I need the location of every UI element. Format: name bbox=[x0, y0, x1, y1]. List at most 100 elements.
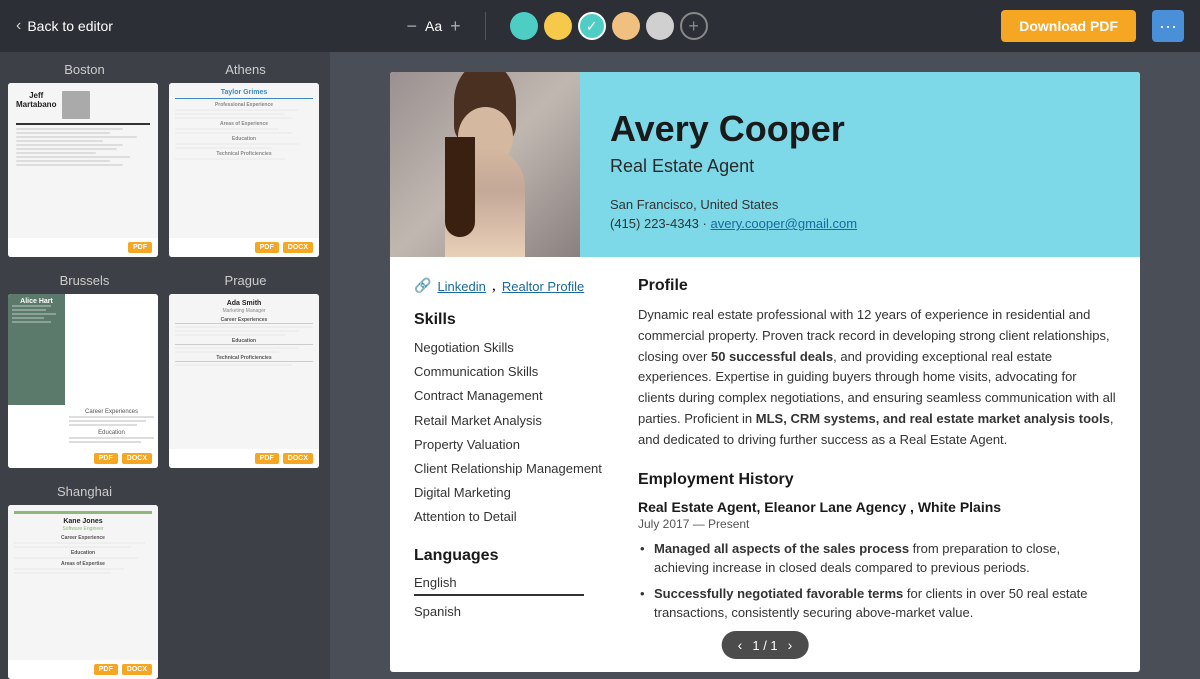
skill-retail-market: Retail Market Analysis bbox=[414, 412, 614, 430]
resume-header: Avery Cooper Real Estate Agent San Franc… bbox=[390, 72, 1140, 257]
chevron-left-icon: ‹ bbox=[16, 17, 21, 35]
download-pdf-button[interactable]: Download PDF bbox=[1001, 10, 1136, 42]
boston-section: Boston JeffMartabano bbox=[8, 62, 161, 257]
shanghai-docx-badge: DOCX bbox=[122, 664, 152, 675]
font-increase-button[interactable]: + bbox=[450, 16, 461, 37]
athens-badges: PDF DOCX bbox=[169, 238, 319, 257]
resume-photo bbox=[390, 72, 580, 257]
color-swatch-teal-selected[interactable]: ✓ bbox=[578, 12, 606, 40]
skill-digital-marketing: Digital Marketing bbox=[414, 484, 614, 502]
shanghai-badges: PDF DOCX bbox=[8, 660, 158, 679]
font-decrease-button[interactable]: − bbox=[407, 16, 418, 37]
brussels-preview: Alice Hart Career Experiences bbox=[8, 294, 158, 449]
prague-badges: PDF DOCX bbox=[169, 449, 319, 468]
athens-pdf-badge: PDF bbox=[255, 242, 279, 253]
boston-preview-line bbox=[16, 123, 150, 125]
font-controls: − Aa + bbox=[407, 16, 461, 37]
athens-label: Athens bbox=[169, 62, 322, 77]
boston-card[interactable]: JeffMartabano bbox=[8, 83, 158, 257]
more-options-button[interactable]: ··· bbox=[1152, 10, 1184, 42]
page-counter: ‹ 1 / 1 › bbox=[722, 631, 809, 659]
profile-bold-2: MLS, CRM systems, and real estate market… bbox=[756, 411, 1110, 426]
font-size-label: Aa bbox=[425, 18, 442, 34]
brussels-docx-badge: DOCX bbox=[122, 453, 152, 464]
resume-links: 🔗 Linkedin , Realtor Profile bbox=[414, 277, 614, 295]
shanghai-preview-section: Career Experience bbox=[14, 535, 152, 541]
resume-email[interactable]: avery.cooper@gmail.com bbox=[710, 216, 857, 231]
athens-preview: Taylor Grimes Professional Experience Ar… bbox=[169, 83, 319, 238]
resume-job-title: Real Estate Agent bbox=[610, 156, 1110, 177]
brussels-card[interactable]: Alice Hart Career Experiences bbox=[8, 294, 158, 468]
color-swatch-yellow[interactable] bbox=[544, 12, 572, 40]
job-title-1: Real Estate Agent, Eleanor Lane Agency ,… bbox=[638, 499, 1116, 515]
brussels-section: Brussels Alice Hart Career Experiences bbox=[8, 273, 161, 468]
athens-preview-name: Taylor Grimes bbox=[175, 89, 313, 96]
skill-contract: Contract Management bbox=[414, 387, 614, 405]
athens-preview-section4: Technical Proficiencies bbox=[175, 151, 313, 157]
brussels-badges: PDF DOCX bbox=[8, 449, 158, 468]
empty-slot bbox=[169, 484, 322, 679]
prague-docx-badge: DOCX bbox=[283, 453, 313, 464]
prague-preview-title: Marketing Manager bbox=[175, 308, 313, 314]
resume-preview-area: Avery Cooper Real Estate Agent San Franc… bbox=[330, 52, 1200, 679]
back-to-editor-button[interactable]: ‹ Back to editor bbox=[16, 17, 113, 35]
prague-pdf-badge: PDF bbox=[255, 453, 279, 464]
athens-docx-badge: DOCX bbox=[283, 242, 313, 253]
prague-label: Prague bbox=[169, 273, 322, 288]
resume-main-content: Profile Dynamic real estate professional… bbox=[638, 277, 1116, 643]
athens-preview-section: Professional Experience bbox=[175, 102, 313, 108]
prague-preview-name: Ada Smith bbox=[175, 300, 313, 307]
brussels-preview-name: Alice Hart bbox=[12, 298, 61, 305]
athens-preview-section3: Education bbox=[175, 136, 313, 142]
resume-name-block: Avery Cooper Real Estate Agent San Franc… bbox=[580, 72, 1140, 257]
skills-title: Skills bbox=[414, 311, 614, 329]
skill-communication: Communication Skills bbox=[414, 363, 614, 381]
prague-preview-section3: Technical Proficiencies bbox=[175, 355, 313, 362]
profile-text: Dynamic real estate professional with 12… bbox=[638, 305, 1116, 451]
link-icon: 🔗 bbox=[414, 278, 431, 295]
prev-page-button[interactable]: ‹ bbox=[738, 637, 743, 653]
athens-preview-section2: Areas of Experience bbox=[175, 121, 313, 127]
boston-preview: JeffMartabano bbox=[8, 83, 158, 238]
color-swatch-light-gray[interactable] bbox=[646, 12, 674, 40]
next-page-button[interactable]: › bbox=[788, 637, 793, 653]
link-separator: , bbox=[492, 277, 496, 295]
resume-location: San Francisco, United States bbox=[610, 197, 1110, 212]
profile-bold-1: 50 successful deals bbox=[711, 349, 833, 364]
boston-label: Boston bbox=[8, 62, 161, 77]
resume-sidebar: 🔗 Linkedin , Realtor Profile Skills Nego… bbox=[414, 277, 614, 643]
shanghai-card[interactable]: Kane Jones Software Engineer Career Expe… bbox=[8, 505, 158, 679]
bullet-2-bold: Successfully negotiated favorable terms bbox=[654, 586, 903, 601]
brussels-sidebar: Alice Hart bbox=[8, 294, 65, 405]
bullet-1-bold: Managed all aspects of the sales process bbox=[654, 541, 909, 556]
brussels-preview-title: Career Experiences bbox=[69, 409, 154, 415]
prague-card[interactable]: Ada Smith Marketing Manager Career Exper… bbox=[169, 294, 319, 468]
job-bullet-1: Managed all aspects of the sales process… bbox=[638, 539, 1116, 578]
job-bullet-2: Successfully negotiated favorable terms … bbox=[638, 584, 1116, 623]
check-icon: ✓ bbox=[586, 18, 598, 35]
boston-preview-lines bbox=[16, 128, 150, 168]
prague-preview-section: Career Experiences bbox=[175, 317, 313, 324]
brussels-label: Brussels bbox=[8, 273, 161, 288]
color-swatch-green[interactable] bbox=[510, 12, 538, 40]
color-swatch-peach[interactable] bbox=[612, 12, 640, 40]
linkedin-link[interactable]: Linkedin bbox=[437, 279, 485, 294]
athens-card[interactable]: Taylor Grimes Professional Experience Ar… bbox=[169, 83, 319, 257]
page-number: 1 / 1 bbox=[752, 638, 777, 653]
boston-preview-name: JeffMartabano bbox=[16, 91, 56, 109]
shanghai-pdf-badge: PDF bbox=[94, 664, 118, 675]
employment-section: Employment History Real Estate Agent, El… bbox=[638, 471, 1116, 623]
shanghai-preview-section3: Areas of Expertise bbox=[14, 561, 152, 567]
profile-section: Profile Dynamic real estate professional… bbox=[638, 277, 1116, 451]
shanghai-preview-title: Software Engineer bbox=[14, 526, 152, 532]
color-add-button[interactable]: + bbox=[680, 12, 708, 40]
brussels-preview-title2: Education bbox=[69, 430, 154, 436]
photo-hair-long bbox=[445, 137, 475, 237]
realtor-profile-link[interactable]: Realtor Profile bbox=[502, 279, 584, 294]
resume-body: 🔗 Linkedin , Realtor Profile Skills Nego… bbox=[390, 257, 1140, 663]
job-date-1: July 2017 — Present bbox=[638, 517, 1116, 531]
resume-page: Avery Cooper Real Estate Agent San Franc… bbox=[390, 72, 1140, 672]
shanghai-preview-name: Kane Jones bbox=[14, 518, 152, 525]
main-layout: Boston JeffMartabano bbox=[0, 52, 1200, 679]
language-english: English bbox=[414, 575, 614, 590]
